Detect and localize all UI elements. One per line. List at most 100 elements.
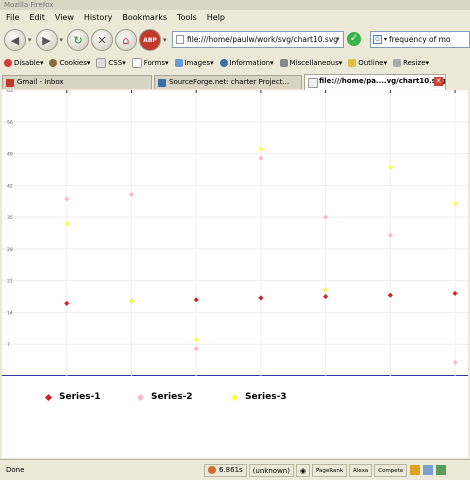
- y-tick-label: 28: [7, 247, 13, 253]
- data-point-series-2: [452, 359, 458, 365]
- dev-disable[interactable]: Disable ▾: [4, 59, 43, 67]
- adblock-dropdown-icon[interactable]: ▾: [163, 36, 167, 44]
- data-point-series-3: [323, 287, 329, 293]
- back-icon[interactable]: ◀: [4, 29, 26, 51]
- information-icon: [219, 59, 228, 67]
- dev-css[interactable]: CSS ▾: [96, 58, 126, 68]
- y-tick-label: 7: [7, 342, 10, 348]
- data-point-series-1: [323, 294, 329, 300]
- legend-series-1: Series-1: [44, 392, 101, 402]
- menu-bar: File Edit View History Bookmarks Tools H…: [0, 10, 470, 25]
- y-tick-label: 63: [7, 90, 13, 94]
- legend-marker-series-1: [44, 393, 53, 401]
- globe-icon[interactable]: ◉: [295, 463, 310, 477]
- data-point-series-3: [128, 298, 134, 304]
- home-icon[interactable]: ⌂: [115, 29, 138, 51]
- page-content: 7 14 21 28 35 42 49 56 63 Series-1 Series-2 Seri…: [2, 88, 468, 458]
- forward-icon[interactable]: ▶: [35, 29, 58, 51]
- stop-icon[interactable]: ✕: [91, 29, 114, 51]
- data-point-series-2: [193, 346, 199, 352]
- data-point-series-3: [193, 337, 199, 343]
- tab-bar: Gmail - Inbox SourceForge.net: charter P…: [0, 74, 470, 90]
- data-point-series-1: [258, 295, 264, 301]
- legend-marker-series-2: [136, 393, 145, 401]
- menu-tools[interactable]: Tools: [177, 13, 197, 22]
- extension-icon-3[interactable]: [436, 465, 447, 475]
- y-tick-label: 21: [7, 279, 13, 285]
- search-dropdown-icon[interactable]: ▾: [384, 36, 387, 43]
- close-tab-icon[interactable]: ✕: [434, 77, 443, 86]
- chart-area: 7 14 21 28 35 42 49 56 63: [2, 88, 468, 376]
- forms-icon: [131, 58, 142, 68]
- menu-history[interactable]: History: [84, 13, 112, 22]
- y-tick-label: 49: [7, 152, 13, 158]
- y-tick-label: 35: [7, 215, 13, 221]
- compete-button[interactable]: Compete: [374, 463, 408, 477]
- legend-label-series-3: Series-3: [245, 392, 287, 402]
- scatter-chart: 7 14 21 28 35 42 49 56 63: [2, 88, 468, 376]
- legend-marker-series-3: [230, 393, 239, 401]
- data-point-series-3: [452, 200, 458, 207]
- adblock-icon[interactable]: ABP: [139, 29, 162, 51]
- timer-cell: 6.861s: [204, 463, 247, 477]
- url-text: file:///home/paulw/work/svg/chart10.svg: [187, 35, 339, 44]
- dev-cookies[interactable]: Cookies ▾: [49, 59, 90, 67]
- y-tick-label: 56: [7, 120, 13, 126]
- url-dropdown-icon[interactable]: ▾: [336, 35, 340, 43]
- disable-icon: [4, 59, 12, 67]
- status-bar: Done 6.861s (unknown) ◉ PageRank Alexa C…: [0, 459, 470, 480]
- pagerank-button[interactable]: PageRank: [311, 463, 348, 477]
- dev-outline[interactable]: Outline ▾: [348, 59, 387, 67]
- go-icon[interactable]: ✓: [347, 32, 361, 46]
- web-developer-toolbar: Disable ▾ Cookies ▾ CSS ▾ Forms ▾ Images ▾ In…: [0, 56, 470, 70]
- tab-chart10[interactable]: file:///home/pa....vg/chart10.svg: [304, 74, 446, 90]
- search-text: frequency of mo: [389, 35, 451, 44]
- outline-icon: [348, 59, 357, 67]
- menu-file[interactable]: File: [6, 13, 19, 22]
- menu-edit[interactable]: Edit: [29, 13, 45, 22]
- extension-icon-2[interactable]: [423, 465, 434, 475]
- extension-icon-1[interactable]: [410, 465, 421, 475]
- resize-icon: [393, 59, 402, 67]
- search-input[interactable]: G ▾ frequency of mo: [370, 31, 470, 48]
- legend-series-2: Series-2: [136, 392, 193, 402]
- y-tick-label: 14: [7, 310, 13, 316]
- tab-sourceforge[interactable]: SourceForge.net: charter Project...: [154, 75, 302, 89]
- data-point-series-2: [64, 196, 70, 202]
- menu-view[interactable]: View: [55, 13, 74, 22]
- legend-series-3: Series-3: [230, 392, 287, 402]
- url-bar[interactable]: file:///home/paulw/work/svg/chart10.svg: [172, 31, 344, 48]
- sourceforge-icon: [158, 79, 166, 87]
- css-icon: [96, 58, 107, 68]
- status-text: Done: [6, 466, 25, 474]
- data-point-series-1: [193, 297, 199, 303]
- dev-forms[interactable]: Forms ▾: [131, 58, 169, 68]
- data-point-series-2: [323, 214, 329, 220]
- legend-label-series-1: Series-1: [59, 392, 101, 402]
- dev-information[interactable]: Information ▾: [219, 59, 274, 67]
- data-point-series-2: [128, 191, 134, 197]
- menu-help[interactable]: Help: [207, 13, 225, 22]
- cookies-icon: [49, 59, 58, 67]
- page-icon: [176, 35, 184, 44]
- tab-gmail[interactable]: Gmail - Inbox: [2, 75, 152, 89]
- menu-bookmarks[interactable]: Bookmarks: [122, 13, 167, 22]
- gmail-icon: [6, 79, 14, 87]
- data-point-series-2: [387, 232, 393, 238]
- search-engine-icon[interactable]: G: [373, 35, 382, 44]
- data-point-series-3: [387, 164, 393, 170]
- images-icon: [174, 59, 183, 67]
- firebug-icon: [208, 466, 216, 474]
- data-point-series-1: [387, 292, 393, 298]
- y-tick-label: 42: [7, 183, 13, 189]
- data-point-series-2: [258, 155, 264, 161]
- miscellaneous-icon: [279, 59, 288, 67]
- forward-dropdown-icon[interactable]: ▾: [60, 36, 64, 44]
- reload-icon[interactable]: ↻: [67, 29, 90, 51]
- window-title: Mozilla Firefox: [0, 0, 470, 10]
- dev-resize[interactable]: Resize ▾: [393, 59, 429, 67]
- back-dropdown-icon[interactable]: ▾: [28, 36, 32, 44]
- dev-images[interactable]: Images ▾: [174, 59, 214, 67]
- alexa-button[interactable]: Alexa: [349, 463, 373, 477]
- dev-miscellaneous[interactable]: Miscellaneous ▾: [279, 59, 342, 67]
